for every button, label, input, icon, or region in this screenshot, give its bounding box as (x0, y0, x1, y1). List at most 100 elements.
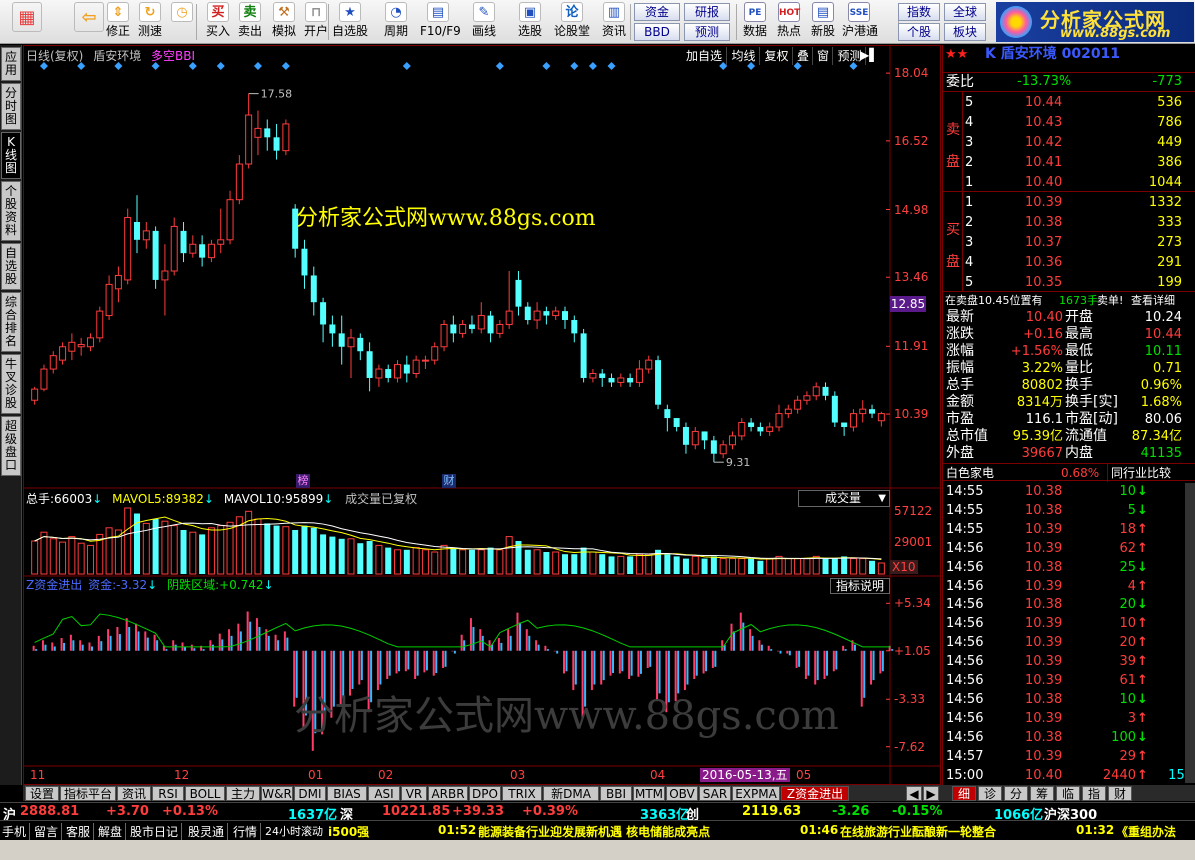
news-headline[interactable]: 在线旅游行业酝酿新一轮整合 (840, 823, 996, 840)
toolbar-data-button-1[interactable]: HOT 热点 (772, 2, 806, 42)
status-link-4[interactable]: 股市日记 (130, 823, 183, 840)
toggle-panel-icon[interactable]: ▶▌ (860, 48, 884, 64)
toolbar-button-14[interactable]: 论论股堂 (554, 2, 590, 42)
toolbar-right-button-1[interactable]: 全球 (944, 3, 986, 21)
sell-row[interactable]: 2 10.41 386 (943, 154, 1195, 172)
nav-tab-0[interactable]: 应用 (1, 47, 21, 81)
toolbar-button-7[interactable]: ⚒ 模拟 (266, 2, 302, 42)
toolbar-small-button-1[interactable]: 研报 (684, 3, 730, 21)
toolbar-right-button-2[interactable]: 个股 (898, 23, 940, 41)
toolbar-data-button-0[interactable]: PE 数据 (738, 2, 772, 42)
marker-rank[interactable]: 榜 (296, 474, 310, 488)
sell-row[interactable]: 4 10.43 786 (943, 114, 1195, 132)
indicator-help-button[interactable]: 指标说明 (830, 578, 890, 594)
toolbar-button-6[interactable]: 卖卖出 (232, 2, 268, 42)
buy-row[interactable]: 5 10.35 199 (943, 274, 1195, 292)
indicator-tab-5[interactable]: 主力 (226, 786, 260, 801)
indicator-tab-13[interactable]: TRIX (502, 786, 542, 801)
buy-row[interactable]: 1 10.39 1332 (943, 194, 1195, 212)
sector-row[interactable]: 白色家电 0.68% 同行业比较 (943, 463, 1195, 482)
quote-tab-3[interactable]: 筹 (1030, 786, 1054, 801)
tab-scroll-left-icon[interactable]: ◀ (906, 786, 922, 801)
news-scroll-button[interactable]: 24小时滚动 (265, 823, 323, 839)
indicator-tab-14[interactable]: 新DMA (543, 786, 599, 801)
quote-tab-0[interactable]: 细 (952, 786, 976, 801)
sector-compare-button[interactable]: 同行业比较 (1107, 464, 1171, 482)
toolbar-small-button-2[interactable]: BBD (634, 23, 680, 41)
buy-row[interactable]: 3 10.37 273 (943, 234, 1195, 252)
nav-tab-1[interactable]: 分时图 (1, 83, 21, 130)
indicator-tab-20[interactable]: Z资金进出 (781, 786, 849, 801)
toolbar-button-3[interactable]: ↻ 测速 (132, 2, 168, 42)
quote-tab-2[interactable]: 分 (1004, 786, 1028, 801)
toolbar-button-2[interactable]: ⇕ 修正 (100, 2, 136, 42)
nav-tab-7[interactable]: 超级盘口 (1, 416, 21, 476)
status-link-1[interactable]: 留言 (34, 823, 63, 840)
quote-tab-4[interactable]: 临 (1056, 786, 1080, 801)
indicator-tab-3[interactable]: RSI (152, 786, 184, 801)
volume-selector[interactable]: 成交量 ▼ (798, 490, 890, 507)
toolbar-button-9[interactable]: ★ 自选股 (332, 2, 368, 42)
marker-finance[interactable]: 财 (442, 474, 456, 488)
toolbar-button-13[interactable]: ▣ 选股 (512, 2, 548, 42)
news-headline[interactable]: 能源装备行业迎发展新机遇 核电储能成亮点 (478, 823, 710, 840)
tab-scroll-right-icon[interactable]: ▶ (923, 786, 939, 801)
toolbar-button-15[interactable]: ▥ 资讯 (596, 2, 632, 42)
chart-button-0[interactable]: 加自选 (682, 47, 727, 65)
chart-button-2[interactable]: 复权 (761, 47, 793, 65)
toolbar-button-4[interactable]: ◷ (164, 2, 200, 42)
buy-row[interactable]: 4 10.36 291 (943, 254, 1195, 272)
toolbar-data-button-3[interactable]: SSE 沪港通 (842, 2, 878, 42)
status-link-2[interactable]: 客服 (66, 823, 95, 840)
chart-button-3[interactable]: 叠 (794, 47, 813, 65)
toolbar-button-5[interactable]: 买买入 (200, 2, 236, 42)
indicator-tab-18[interactable]: SAR (699, 786, 731, 801)
order-notice[interactable]: 在卖盘10.45位置有 1673手 卖单! 查看详细 (943, 291, 1195, 309)
notice-link[interactable]: 查看详细 (1131, 292, 1175, 310)
toolbar-data-button-2[interactable]: ▤ 新股 (806, 2, 840, 42)
nav-tab-3[interactable]: 个股资料 (1, 181, 21, 241)
toolbar-button-0[interactable]: ▦ (2, 2, 52, 42)
sell-row[interactable]: 3 10.42 449 (943, 134, 1195, 152)
toolbar-right-button-3[interactable]: 板块 (944, 23, 986, 41)
quote-tab-5[interactable]: 指 (1082, 786, 1106, 801)
indicator-tab-16[interactable]: MTM (633, 786, 665, 801)
indicator-tab-4[interactable]: BOLL (185, 786, 225, 801)
indicator-tab-2[interactable]: 资讯 (117, 786, 151, 801)
nav-tab-6[interactable]: 牛叉诊股 (1, 354, 21, 414)
nav-tab-4[interactable]: 自选股 (1, 243, 21, 290)
chart-button-1[interactable]: 均线 (728, 47, 760, 65)
toolbar-right-button-0[interactable]: 指数 (898, 3, 940, 21)
status-link-3[interactable]: 解盘 (98, 823, 127, 840)
buy-row[interactable]: 2 10.38 333 (943, 214, 1195, 232)
toolbar-button-10[interactable]: ◔ 周期 (378, 2, 414, 42)
nav-tab-5[interactable]: 综合排名 (1, 292, 21, 352)
indicator-tab-19[interactable]: EXPMA (732, 786, 780, 801)
chart-button-4[interactable]: 窗 (814, 47, 833, 65)
kline-chart-area[interactable]: 17.58 9.31 日线(复权) 盾安环境 多空BBI 加自选 均线 复权叠窗预测 … (23, 45, 941, 785)
toolbar-small-button-3[interactable]: 预测 (684, 23, 730, 41)
toolbar-button-11[interactable]: ▤ F10/F9 (420, 2, 461, 42)
indicator-tab-9[interactable]: ASI (368, 786, 400, 801)
toolbar-small-button-0[interactable]: 资金 (634, 3, 680, 21)
news-headline[interactable]: 《重组办法 (1116, 823, 1176, 840)
indicator-tab-17[interactable]: OBV (666, 786, 698, 801)
indicator-tab-8[interactable]: BIAS (327, 786, 367, 801)
indicator-tab-12[interactable]: DPO (469, 786, 501, 801)
toolbar-button-12[interactable]: ✎ 画线 (466, 2, 502, 42)
star-icon[interactable]: ★★ (945, 46, 968, 64)
sell-row[interactable]: 5 10.44 536 (943, 94, 1195, 112)
chart-canvas[interactable]: 17.58 9.31 (24, 46, 940, 784)
sell-row[interactable]: 1 10.40 1044 (943, 174, 1195, 192)
indicator-tab-15[interactable]: BBI (600, 786, 632, 801)
indicator-tab-10[interactable]: VR (401, 786, 427, 801)
scrollbar[interactable] (1185, 483, 1195, 783)
nav-tab-2[interactable]: K线图 (1, 132, 21, 179)
indicator-tab-7[interactable]: DMI (294, 786, 326, 801)
quote-tab-1[interactable]: 诊 (978, 786, 1002, 801)
status-link-0[interactable]: 手机 (2, 823, 31, 840)
indicator-tab-11[interactable]: ARBR (428, 786, 468, 801)
status-link-6[interactable]: 行情 (233, 823, 262, 840)
indicator-tab-1[interactable]: 指标平台 (60, 786, 116, 801)
indicator-tab-0[interactable]: 设置 (25, 786, 59, 801)
